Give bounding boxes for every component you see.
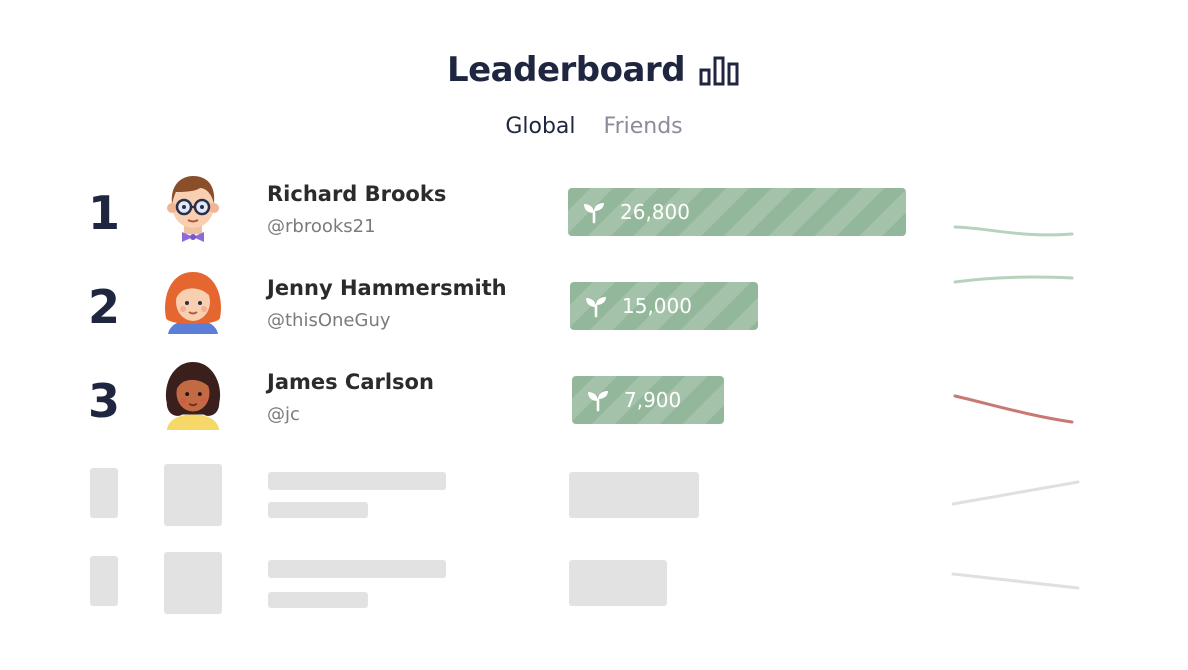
skeleton-name xyxy=(268,560,446,578)
rank-number: 1 xyxy=(88,186,121,240)
player-handle: @jc xyxy=(267,404,300,425)
skeleton-rank xyxy=(90,556,118,606)
rank-number: 2 xyxy=(88,280,121,334)
trend-line-up xyxy=(953,225,1074,237)
skeleton-handle xyxy=(268,502,368,518)
sprout-icon xyxy=(588,391,608,412)
tab-friends[interactable]: Friends xyxy=(604,114,683,139)
skeleton-rank xyxy=(90,468,118,518)
leaderboard-tabs: Global Friends xyxy=(0,114,1188,139)
rank-number: 3 xyxy=(88,374,121,428)
skeleton-name xyxy=(268,472,446,490)
skeleton-avatar xyxy=(164,552,222,614)
skeleton-score xyxy=(569,472,699,518)
skeleton-handle xyxy=(268,592,368,608)
skeleton-trend-line xyxy=(951,480,1080,506)
boy-with-glasses-avatar xyxy=(167,176,219,242)
leaderboard-row[interactable]: 3 James Carlson @jc 7,900 xyxy=(0,360,1188,440)
leaderboard-header: Leaderboard xyxy=(0,50,1188,90)
sprout-icon xyxy=(584,203,604,224)
score-value: 15,000 xyxy=(622,294,692,318)
player-name: James Carlson xyxy=(267,370,434,394)
page-title: Leaderboard xyxy=(446,50,686,90)
leaderboard-row[interactable]: 1 Richard Brooks @rbrooks21 26,800 xyxy=(0,172,1188,252)
sprout-icon xyxy=(586,297,606,318)
skeleton-trend-line xyxy=(951,572,1080,590)
score-bar: 15,000 xyxy=(570,282,758,330)
bar-chart-icon xyxy=(699,56,739,86)
skeleton-row xyxy=(0,462,1188,542)
skeleton-avatar xyxy=(164,464,222,526)
player-handle: @thisOneGuy xyxy=(267,310,391,331)
score-bar: 26,800 xyxy=(568,188,906,236)
player-name: Richard Brooks xyxy=(267,182,447,206)
red-haired-girl-avatar xyxy=(165,272,221,334)
trend-line-down xyxy=(953,394,1074,424)
tab-global[interactable]: Global xyxy=(505,114,575,139)
score-value: 26,800 xyxy=(620,200,690,224)
player-handle: @rbrooks21 xyxy=(267,216,376,237)
skeleton-row xyxy=(0,550,1188,630)
score-bar: 7,900 xyxy=(572,376,724,424)
leaderboard-row[interactable]: 2 Jenny Hammersmith @thisOneGuy 15,000 xyxy=(0,266,1188,346)
score-value: 7,900 xyxy=(624,388,682,412)
trend-line-up xyxy=(953,275,1074,284)
player-name: Jenny Hammersmith xyxy=(267,276,507,300)
dark-haired-girl-avatar xyxy=(165,361,221,430)
skeleton-score xyxy=(569,560,667,606)
